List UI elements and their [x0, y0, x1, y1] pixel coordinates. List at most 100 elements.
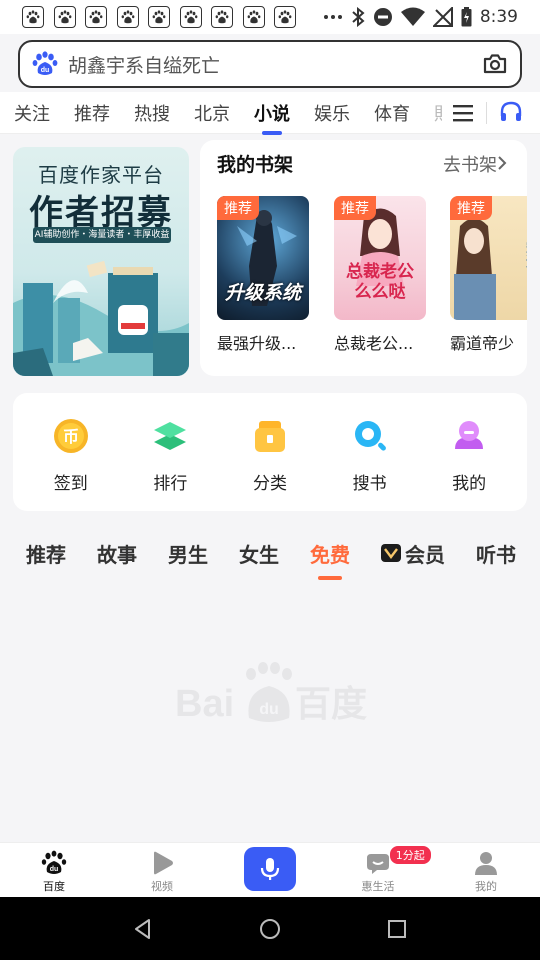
- tab-sports[interactable]: 体育: [374, 100, 410, 126]
- checkin-label: 签到: [53, 474, 88, 494]
- nav-baidu[interactable]: du 百度: [0, 843, 108, 897]
- microphone-icon: [260, 858, 280, 880]
- recommend-badge: 推荐: [334, 196, 376, 220]
- baidu-paw-icon: [53, 6, 76, 28]
- category-label: 分类: [252, 474, 287, 494]
- system-nav-bar: [0, 897, 540, 960]
- baidu-paw-icon: [22, 6, 44, 28]
- cat-tab-free[interactable]: 免费: [310, 539, 350, 568]
- nav-baidu-label: 百度: [43, 880, 65, 893]
- book-cover: 升级系统 推荐: [217, 196, 309, 320]
- checkin-entry[interactable]: 币 签到: [31, 393, 111, 511]
- bookshelf-title: 我的书架: [217, 154, 294, 176]
- chevron-right-icon: [498, 156, 507, 170]
- do-not-disturb-icon: [373, 8, 392, 26]
- book-cover: 总裁老公么么哒 推荐: [334, 196, 426, 320]
- cellular-off-icon: [432, 7, 453, 27]
- cat-tab-male[interactable]: 男生: [168, 539, 208, 568]
- nav-life[interactable]: 惠生活 1分起: [324, 843, 432, 897]
- search-bar[interactable]: du 胡鑫宇系自缢死亡: [18, 40, 522, 88]
- search-icon: [354, 421, 386, 451]
- cat-tab-vip[interactable]: 会员: [381, 539, 445, 568]
- nav-video-label: 视频: [151, 880, 173, 893]
- person-icon: [475, 852, 497, 875]
- cat-tab-recommend[interactable]: 推荐: [26, 539, 66, 568]
- nav-voice[interactable]: [216, 843, 324, 897]
- baidu-paw-icon: [116, 6, 139, 28]
- search-book-label: 搜书: [352, 474, 387, 494]
- baidu-paw-icon: [148, 6, 170, 28]
- tab-novel[interactable]: 小说: [254, 100, 290, 126]
- recommend-badge: 推荐: [450, 196, 492, 220]
- bookshelf-card: 我的书架 去书架 升级系统 推荐 最强升级... 总裁老公么么哒 推荐 总裁老公…: [200, 140, 527, 376]
- voice-search-button[interactable]: [244, 847, 296, 891]
- baidu-paw-icon: du: [32, 51, 58, 75]
- status-right: 8:39: [323, 7, 518, 27]
- search-input[interactable]: 胡鑫宇系自缢死亡: [68, 51, 482, 78]
- baidu-paw-icon: [179, 6, 202, 28]
- book-cover-text: 总裁老公么么哒: [346, 262, 414, 302]
- camera-icon[interactable]: [482, 51, 508, 77]
- svg-text:百度: 百度: [295, 683, 367, 724]
- svg-text:du: du: [259, 701, 279, 718]
- nav-mine-label: 我的: [475, 880, 497, 893]
- more-dots-icon: [323, 15, 342, 19]
- nav-video[interactable]: 视频: [108, 843, 216, 897]
- book-item[interactable]: 霸道 推荐 霸道帝少: [450, 196, 527, 354]
- tab-overflow[interactable]: 財: [434, 100, 442, 126]
- baidu-paw-icon: du: [41, 850, 67, 874]
- book-cover-text: 霸道: [524, 240, 527, 268]
- cat-tab-audiobook[interactable]: 听书: [476, 539, 516, 568]
- channel-tabs: 关注 推荐 热搜 北京 小说 娱乐 体育 財: [0, 92, 540, 134]
- nav-mine[interactable]: 我的: [432, 843, 540, 897]
- bluetooth-icon: [352, 7, 365, 27]
- tab-follow[interactable]: 关注: [14, 100, 50, 126]
- banner-line3: AI辅助创作・海量读者・丰厚收益: [33, 227, 171, 243]
- author-recruit-banner[interactable]: 百度作家平台 作者招募 AI辅助创作・海量读者・丰厚收益: [13, 147, 189, 376]
- svg-text:du: du: [41, 67, 50, 74]
- book-title: 霸道帝少: [450, 334, 515, 353]
- cat-tab-female[interactable]: 女生: [239, 539, 279, 568]
- go-to-bookshelf-link[interactable]: 去书架: [443, 151, 497, 177]
- cat-tab-story[interactable]: 故事: [97, 539, 137, 568]
- svg-text:Bai: Bai: [175, 683, 234, 724]
- novel-category-tabs: 推荐 故事 男生 女生 免费 会员 听书: [26, 533, 516, 573]
- baidu-watermark-logo: Bai 百度 du: [175, 662, 367, 724]
- nav-life-label: 惠生活: [361, 880, 395, 893]
- user-icon: [455, 421, 484, 449]
- baidu-paw-icon: [242, 6, 265, 28]
- headset-icon[interactable]: [498, 99, 524, 125]
- book-item[interactable]: 总裁老公么么哒 推荐 总裁老公...: [334, 196, 426, 354]
- bottom-nav: du 百度 视频 惠生活 1分起 我的: [0, 842, 540, 897]
- status-bar: 8:39: [0, 0, 540, 34]
- recommend-badge: 推荐: [217, 196, 259, 220]
- layers-icon: [154, 422, 187, 450]
- tab-entertainment[interactable]: 娱乐: [314, 100, 350, 126]
- my-entry[interactable]: 我的: [429, 393, 509, 511]
- tab-divider: [486, 102, 487, 124]
- wifi-icon: [400, 7, 425, 26]
- chat-bubble-icon: [367, 854, 389, 874]
- book-title: 总裁老公...: [334, 334, 414, 353]
- book-item[interactable]: 升级系统 推荐 最强升级...: [217, 196, 309, 354]
- tab-beijing[interactable]: 北京: [194, 100, 230, 126]
- banner-line1: 百度作家平台: [38, 163, 164, 187]
- battery-icon: [461, 7, 472, 27]
- tab-hot-search[interactable]: 热搜: [134, 100, 170, 126]
- book-title: 最强升级...: [217, 334, 297, 353]
- cat-tab-vip-label: 会员: [405, 542, 445, 567]
- book-cover-text: 升级系统: [224, 282, 301, 304]
- coin-icon: 币: [53, 419, 88, 453]
- ranking-label: 排行: [153, 474, 188, 494]
- home-icon[interactable]: [258, 917, 282, 941]
- hamburger-icon[interactable]: [450, 100, 476, 126]
- search-book-entry[interactable]: 搜书: [330, 393, 410, 511]
- back-icon[interactable]: [131, 917, 155, 941]
- recents-icon[interactable]: [385, 917, 409, 941]
- category-entry[interactable]: 分类: [230, 393, 310, 511]
- ranking-entry[interactable]: 排行: [130, 393, 210, 511]
- svg-text:币: 币: [63, 427, 79, 446]
- nav-life-badge: 1分起: [388, 845, 432, 865]
- tab-recommend[interactable]: 推荐: [74, 100, 110, 126]
- baidu-paw-icon: [85, 6, 107, 28]
